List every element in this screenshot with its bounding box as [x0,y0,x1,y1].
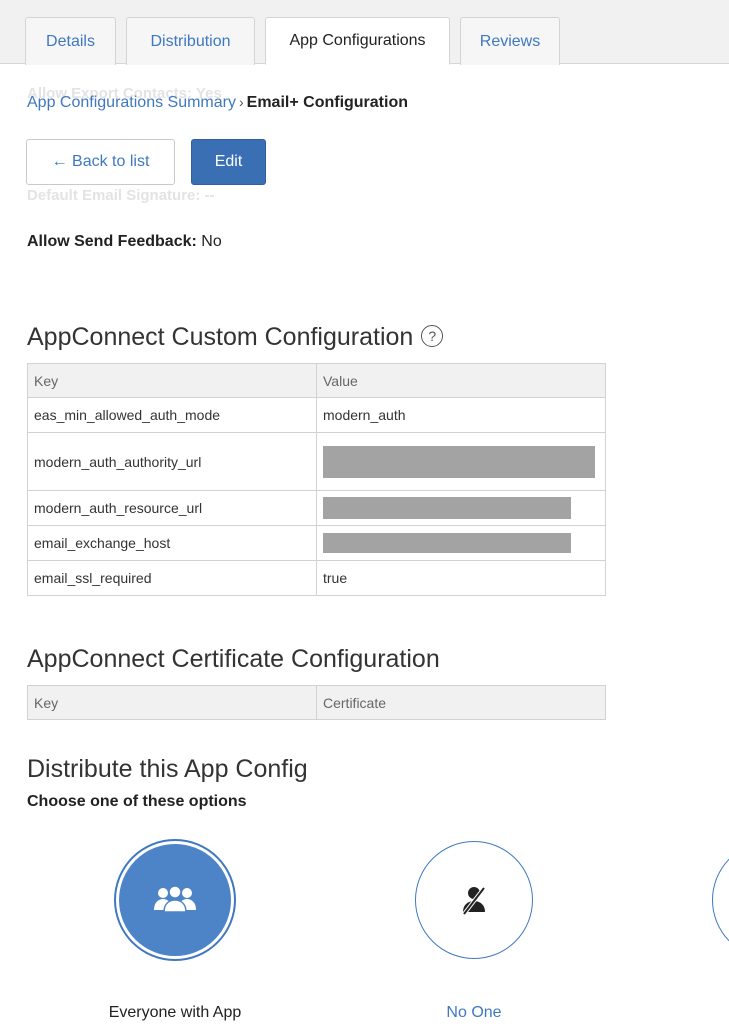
back-to-list-button[interactable]: ← Back to list [26,139,175,185]
row-value-redacted [316,490,606,526]
no-one-option[interactable] [415,841,533,959]
breadcrumb-parent-link[interactable]: App Configurations Summary [27,94,236,111]
table-row: modern_auth_authority_url [27,432,606,491]
column-header-key: Key [27,685,317,720]
tab-distribution[interactable]: Distribution [126,17,255,65]
distribute-title: Distribute this App Config [27,755,308,783]
row-key: modern_auth_resource_url [27,490,317,526]
column-header-value: Value [316,363,606,398]
custom-configuration-table: Key Value eas_min_allowed_auth_mode mode… [27,363,606,596]
table-row: eas_min_allowed_auth_mode modern_auth [27,397,606,433]
option-label-everyone[interactable]: Everyone with App [109,1004,242,1022]
row-value-redacted [316,525,606,561]
third-option-partial[interactable] [712,841,729,959]
setting-value: No [201,233,222,250]
row-key: eas_min_allowed_auth_mode [27,397,317,433]
faded-text-email-signature: Default Email Signature: -- [27,187,215,204]
tab-app-configurations[interactable]: App Configurations [265,17,450,65]
row-value-redacted [316,432,606,491]
tab-bar: Details Distribution App Configurations … [0,0,729,65]
row-key: email_exchange_host [27,525,317,561]
help-icon[interactable]: ? [421,325,444,348]
everyone-with-app-option[interactable] [116,841,234,959]
row-key: email_ssl_required [27,560,317,596]
tab-details[interactable]: Details [25,17,116,65]
table-row: email_exchange_host [27,525,606,561]
edit-button[interactable]: Edit [191,139,266,185]
tab-reviews[interactable]: Reviews [460,17,560,65]
breadcrumb: App Configurations Summary › Email+ Config… [27,94,408,112]
distribute-subtitle: Choose one of these options [27,793,247,810]
column-header-key: Key [27,363,317,398]
table-row: email_ssl_required true [27,560,606,596]
redacted-block [323,497,571,519]
certificate-configuration-title: AppConnect Certificate Configuration [27,645,440,673]
redacted-block [323,445,595,478]
redacted-block [323,533,571,553]
allow-send-feedback-setting: Allow Send Feedback: No [27,233,222,251]
custom-configuration-title: AppConnect Custom Configuration? [27,323,444,352]
breadcrumb-current: Email+ Configuration [246,94,408,111]
group-icon [154,885,196,913]
table-header-row: Key Certificate [27,685,606,720]
column-header-certificate: Certificate [316,685,606,720]
row-value: true [316,560,606,596]
certificate-configuration-table: Key Certificate [27,685,606,720]
section-title-text: AppConnect Custom Configuration [27,323,414,351]
setting-label: Allow Send Feedback: [27,233,197,250]
breadcrumb-separator: › [238,94,244,110]
row-value: modern_auth [316,397,606,433]
no-user-icon [462,886,486,916]
page: Details Distribution App Configurations … [0,0,729,1030]
table-row: modern_auth_resource_url [27,490,606,526]
option-label-no-one[interactable]: No One [446,1004,501,1022]
table-header-row: Key Value [27,363,606,398]
row-key: modern_auth_authority_url [27,432,317,491]
